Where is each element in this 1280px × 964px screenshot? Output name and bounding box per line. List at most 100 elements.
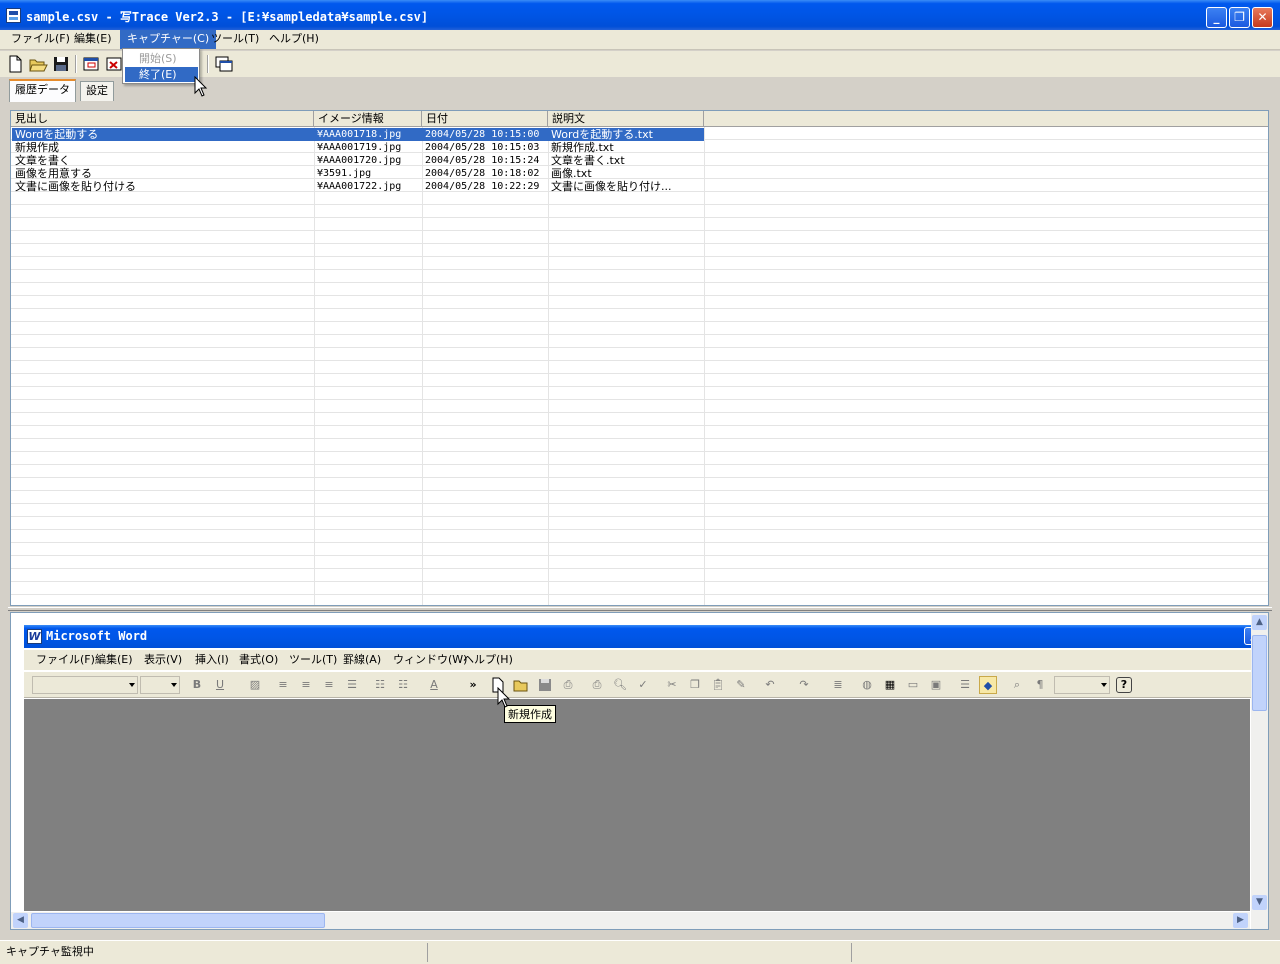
word-window-title: Microsoft Word bbox=[46, 629, 148, 643]
column-header-image[interactable]: イメージ情報 bbox=[314, 111, 422, 127]
highlight-icon[interactable]: ▨ bbox=[246, 676, 264, 694]
tooltip: 新規作成 bbox=[504, 705, 556, 723]
copy-icon[interactable]: ❐ bbox=[686, 676, 704, 694]
spelling-icon[interactable]: ✓ bbox=[634, 676, 652, 694]
word-menu-view[interactable]: 表示(V) bbox=[140, 652, 186, 668]
save-icon[interactable] bbox=[536, 676, 554, 694]
vertical-scrollbar[interactable]: ▲ ▼ bbox=[1251, 613, 1268, 929]
word-logo-icon: W bbox=[27, 629, 42, 644]
tab-history[interactable]: 履歴データ bbox=[9, 79, 76, 102]
align-center-icon[interactable]: ≡ bbox=[297, 676, 315, 694]
cell-description: Wordを起動する.txt bbox=[551, 128, 653, 141]
toolbar-options-button[interactable]: » bbox=[464, 676, 482, 694]
menu-capture[interactable]: キャプチャー(C) bbox=[120, 30, 217, 49]
justify-icon[interactable]: ☰ bbox=[343, 676, 361, 694]
style-combo[interactable] bbox=[32, 676, 138, 694]
format-painter-icon[interactable]: ✎ bbox=[732, 676, 750, 694]
horizontal-scrollbar[interactable]: ◀ ▶ bbox=[11, 912, 1250, 929]
paste-icon[interactable]: 📋︎ bbox=[709, 676, 727, 694]
cell-description: 画像.txt bbox=[551, 167, 592, 180]
cell-heading: 画像を用意する bbox=[15, 167, 92, 180]
open-icon[interactable] bbox=[512, 676, 530, 694]
word-menu-help[interactable]: ヘルプ(H) bbox=[459, 652, 517, 668]
drawing-icon[interactable]: ◆ bbox=[979, 676, 997, 694]
menu-bar: ファイル(F) 編集(E) キャプチャー(C) ツール(T) ヘルプ(H) bbox=[0, 30, 1280, 50]
status-panel bbox=[854, 943, 1278, 962]
cell-date: 2004/05/28 10:15:24 bbox=[425, 155, 540, 166]
word-menu-format[interactable]: 書式(O) bbox=[235, 652, 282, 668]
bold-button[interactable]: B bbox=[188, 676, 206, 694]
bullet-list-icon[interactable]: ☷ bbox=[394, 676, 412, 694]
save-icon[interactable] bbox=[51, 54, 71, 74]
column-header-heading[interactable]: 見出し bbox=[11, 111, 314, 127]
column-header-description[interactable]: 説明文 bbox=[548, 111, 704, 127]
pane-splitter[interactable] bbox=[8, 607, 1272, 611]
paragraph-icon[interactable]: ≣ bbox=[829, 676, 847, 694]
mouse-cursor-icon bbox=[497, 686, 511, 709]
menu-help[interactable]: ヘルプ(H) bbox=[262, 30, 326, 49]
cut-icon[interactable]: ✂ bbox=[663, 676, 681, 694]
menu-item-stop[interactable]: 終了(E) bbox=[125, 67, 198, 82]
align-left-icon[interactable]: ≡ bbox=[274, 676, 292, 694]
document-map-icon[interactable]: ⌕ bbox=[1008, 676, 1026, 694]
title-bar[interactable]: sample.csv - 写Trace Ver2.3 - [E:¥sampled… bbox=[0, 0, 1280, 30]
font-color-icon[interactable]: A bbox=[425, 676, 443, 694]
numbered-list-icon[interactable]: ☷ bbox=[371, 676, 389, 694]
restore-button[interactable]: ❐ bbox=[1229, 7, 1250, 28]
horizontal-scroll-thumb[interactable] bbox=[31, 913, 325, 928]
capture-menu-dropdown: 開始(S) 終了(E) bbox=[122, 48, 200, 84]
undo-icon[interactable]: ↶ bbox=[761, 676, 779, 694]
scroll-up-icon[interactable]: ▲ bbox=[1252, 615, 1267, 630]
window-capture-icon[interactable] bbox=[82, 54, 102, 74]
cell-description: 文書に画像を貼り付け... bbox=[551, 180, 672, 193]
menu-item-start[interactable]: 開始(S) bbox=[125, 51, 198, 66]
scroll-right-icon[interactable]: ▶ bbox=[1233, 913, 1248, 928]
app-icon[interactable] bbox=[6, 8, 21, 23]
minimize-button[interactable]: _ bbox=[1206, 7, 1227, 28]
align-right-icon[interactable]: ≡ bbox=[320, 676, 338, 694]
menu-tools[interactable]: ツール(T) bbox=[204, 30, 266, 49]
columns-icon[interactable]: ☰ bbox=[956, 676, 974, 694]
scroll-left-icon[interactable]: ◀ bbox=[13, 913, 28, 928]
underline-button[interactable]: U bbox=[211, 676, 229, 694]
column-header-date[interactable]: 日付 bbox=[422, 111, 548, 127]
redo-icon[interactable]: ↷ bbox=[795, 676, 813, 694]
tab-settings[interactable]: 設定 bbox=[80, 81, 114, 101]
window-title: sample.csv - 写Trace Ver2.3 - [E:¥sampled… bbox=[26, 10, 429, 24]
word-title-bar[interactable]: W Microsoft Word _ bbox=[24, 625, 1262, 648]
table-row[interactable]: 文書に画像を貼り付ける ¥AAA001722.jpg 2004/05/28 10… bbox=[12, 180, 704, 193]
menu-file[interactable]: ファイル(F) bbox=[4, 30, 77, 49]
table-row[interactable]: 画像を用意する ¥3591.jpg 2004/05/28 10:18:02 画像… bbox=[12, 167, 704, 180]
word-menu-edit[interactable]: 編集(E) bbox=[91, 652, 137, 668]
insert-excel-icon[interactable]: ▣ bbox=[927, 676, 945, 694]
tables-borders-icon[interactable]: ▦ bbox=[881, 676, 899, 694]
help-icon[interactable]: ? bbox=[1116, 677, 1132, 693]
zoom-combo[interactable] bbox=[1054, 676, 1110, 694]
menu-edit[interactable]: 編集(E) bbox=[67, 30, 119, 49]
list-gridlines bbox=[11, 127, 1268, 605]
close-button[interactable]: ✕ bbox=[1252, 7, 1273, 28]
word-menu-table[interactable]: 罫線(A) bbox=[339, 652, 385, 668]
new-file-icon[interactable] bbox=[6, 54, 26, 74]
vertical-scroll-thumb[interactable] bbox=[1252, 635, 1267, 711]
hyperlink-icon[interactable]: ◍ bbox=[858, 676, 876, 694]
open-folder-icon[interactable] bbox=[28, 54, 48, 74]
insert-table-icon[interactable]: ▭ bbox=[904, 676, 922, 694]
cascade-window-icon[interactable] bbox=[214, 54, 234, 74]
print-preview-icon[interactable]: 🔍︎ bbox=[611, 676, 629, 694]
word-menu-tools[interactable]: ツール(T) bbox=[285, 652, 341, 668]
print-icon[interactable]: ⎙ bbox=[588, 676, 606, 694]
word-menu-file[interactable]: ファイル(F) bbox=[32, 652, 99, 668]
column-divider bbox=[548, 127, 549, 605]
history-list[interactable]: 見出し イメージ情報 日付 説明文 Wordを起動する ¥AAA001718.j… bbox=[10, 110, 1269, 606]
cell-date: 2004/05/28 10:15:00 bbox=[425, 129, 540, 140]
table-row[interactable]: Wordを起動する ¥AAA001718.jpg 2004/05/28 10:1… bbox=[12, 128, 704, 141]
table-row[interactable]: 文章を書く ¥AAA001720.jpg 2004/05/28 10:15:24… bbox=[12, 154, 704, 167]
scroll-down-icon[interactable]: ▼ bbox=[1252, 895, 1267, 910]
show-hide-icon[interactable]: ¶ bbox=[1031, 676, 1049, 694]
table-row[interactable]: 新規作成 ¥AAA001719.jpg 2004/05/28 10:15:03 … bbox=[12, 141, 704, 154]
word-menu-insert[interactable]: 挿入(I) bbox=[191, 652, 233, 668]
font-size-combo[interactable] bbox=[140, 676, 180, 694]
word-menu-bar: ファイル(F) 編集(E) 表示(V) 挿入(I) 書式(O) ツール(T) 罫… bbox=[24, 650, 1262, 670]
permission-icon[interactable]: ⎙ bbox=[559, 676, 577, 694]
